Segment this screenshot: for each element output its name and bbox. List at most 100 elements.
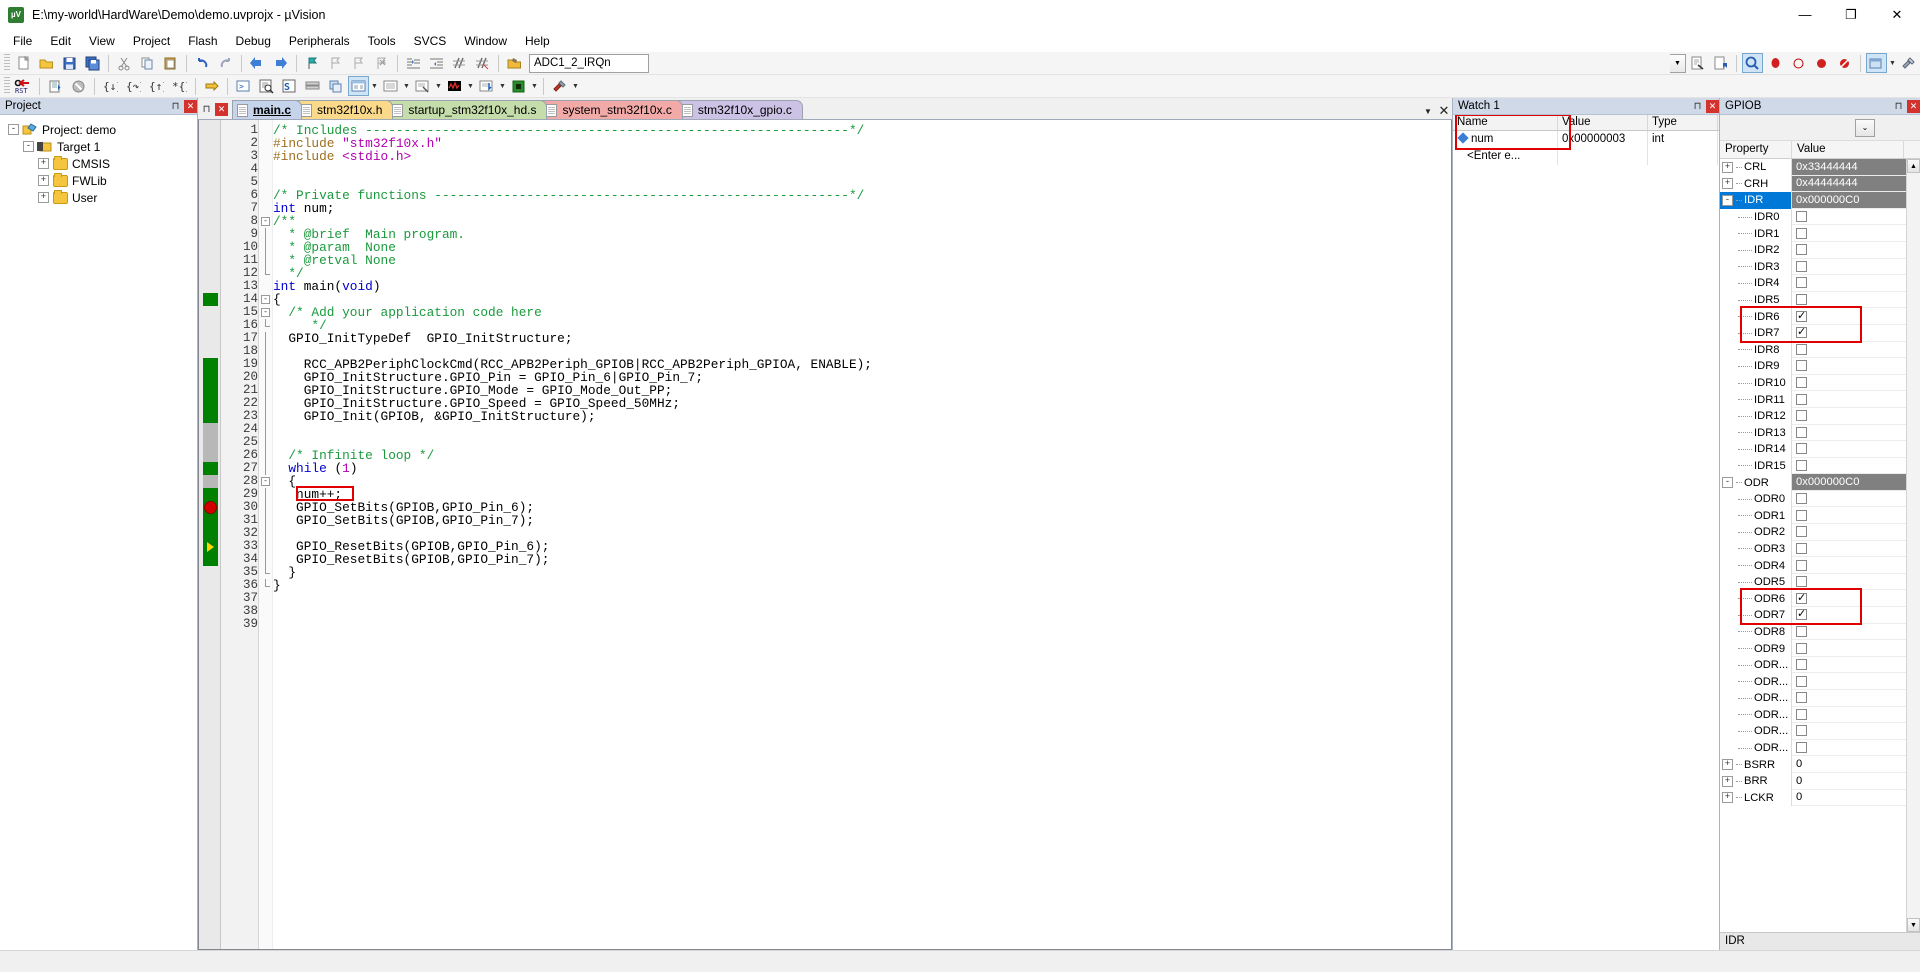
watch-name-cell[interactable]: <Enter e... bbox=[1453, 148, 1558, 165]
peripheral-property-cell[interactable]: ODR0 bbox=[1720, 490, 1792, 508]
pin-icon[interactable]: ⊓ bbox=[169, 100, 182, 113]
code-line[interactable]: } bbox=[273, 579, 1451, 592]
tree-expander[interactable]: + bbox=[38, 192, 49, 203]
peripheral-property-cell[interactable]: + BRR bbox=[1720, 772, 1792, 790]
peripheral-property-cell[interactable]: ODR... bbox=[1720, 706, 1792, 724]
code-line[interactable] bbox=[273, 163, 1451, 176]
peripheral-row-brr[interactable]: + BRR 0 bbox=[1720, 772, 1906, 790]
peripheral-bit-checkbox[interactable] bbox=[1796, 393, 1807, 405]
peripheral-property-cell[interactable]: ODR8 bbox=[1720, 623, 1792, 641]
chevron-down-icon[interactable]: ▼ bbox=[370, 76, 379, 96]
trace-icon[interactable] bbox=[476, 76, 497, 96]
watch-rows[interactable]: num 0x00000003 int <Enter e... bbox=[1453, 131, 1719, 165]
executed-line-marker[interactable] bbox=[203, 371, 218, 384]
code-line[interactable] bbox=[273, 436, 1451, 449]
peripheral-property-cell[interactable]: IDR9 bbox=[1720, 358, 1792, 375]
peripheral-row-idr4[interactable]: IDR4 bbox=[1720, 275, 1906, 292]
peripheral-expander[interactable]: - bbox=[1722, 477, 1733, 489]
toolbar-grip[interactable] bbox=[4, 77, 10, 95]
watch-value-cell[interactable]: 0x00000003 bbox=[1558, 131, 1648, 148]
peripheral-grid[interactable]: + CRL 0x33444444 + CRH 0x44444444- IDR 0x000000… bbox=[1720, 159, 1906, 932]
watch-column-header[interactable]: Type bbox=[1648, 115, 1718, 130]
step-into-icon[interactable]: {↓} bbox=[100, 76, 121, 96]
peripheral-value-cell[interactable] bbox=[1792, 640, 1906, 657]
peripheral-row-idr13[interactable]: IDR13 bbox=[1720, 424, 1906, 442]
code-line[interactable]: GPIO_InitTypeDef GPIO_InitStructure; bbox=[273, 332, 1451, 345]
peripheral-row-odr6[interactable]: ODR6 bbox=[1720, 590, 1906, 608]
executed-line-marker[interactable] bbox=[203, 358, 218, 371]
search-symbol-combo[interactable]: ADC1_2_IRQn bbox=[529, 53, 649, 73]
navigate-back-icon[interactable] bbox=[247, 53, 268, 73]
peripheral-property-cell[interactable]: IDR5 bbox=[1720, 291, 1792, 309]
watch-row[interactable]: <Enter e... bbox=[1453, 148, 1719, 165]
peripheral-bit-checkbox[interactable] bbox=[1796, 211, 1807, 223]
menu-window[interactable]: Window bbox=[455, 32, 516, 50]
peripheral-bit-checkbox[interactable] bbox=[1796, 294, 1807, 306]
uncomment-icon[interactable] bbox=[472, 53, 493, 73]
peripheral-row-idr1[interactable]: IDR1 bbox=[1720, 225, 1906, 242]
indent-icon[interactable] bbox=[403, 53, 424, 73]
code-line[interactable]: */ bbox=[273, 267, 1451, 280]
chevron-down-icon[interactable]: ▼ bbox=[434, 76, 443, 96]
watch-value-cell[interactable] bbox=[1558, 148, 1648, 165]
peripheral-row-odr4[interactable]: ODR4 bbox=[1720, 557, 1906, 574]
peripheral-value-cell[interactable] bbox=[1792, 541, 1906, 558]
breakpoint-icon[interactable] bbox=[1788, 53, 1809, 73]
peripheral-property-cell[interactable]: ODR1 bbox=[1720, 507, 1792, 525]
code-line[interactable]: while (1) bbox=[273, 462, 1451, 475]
peripheral-value-cell[interactable] bbox=[1792, 507, 1906, 525]
menu-svcs[interactable]: SVCS bbox=[405, 32, 456, 50]
peripheral-bit-checkbox[interactable] bbox=[1796, 659, 1807, 671]
peripheral-row-idr2[interactable]: IDR2 bbox=[1720, 241, 1906, 259]
peripheral-property-cell[interactable]: IDR11 bbox=[1720, 391, 1792, 408]
peripheral-row-odr[interactable]: ODR... bbox=[1720, 673, 1906, 690]
code-line[interactable]: * @brief Main program. bbox=[273, 228, 1451, 241]
peripheral-column-header[interactable]: Value bbox=[1792, 141, 1904, 158]
peripheral-bit-checkbox[interactable] bbox=[1796, 708, 1807, 720]
peripheral-column-header[interactable]: Property bbox=[1720, 141, 1792, 158]
memory-window-icon[interactable] bbox=[380, 76, 401, 96]
peripheral-bit-checkbox[interactable] bbox=[1796, 244, 1807, 256]
kill-breakpoints-icon[interactable] bbox=[1834, 53, 1855, 73]
peripheral-row-odr[interactable]: ODR... bbox=[1720, 723, 1906, 740]
disable-breakpoint-icon[interactable] bbox=[1811, 53, 1832, 73]
executed-line-marker[interactable] bbox=[203, 514, 218, 527]
peripheral-bit-checkbox[interactable] bbox=[1796, 426, 1807, 438]
peripheral-value-cell[interactable] bbox=[1792, 225, 1906, 242]
tree-item-fwlib[interactable]: + FWLib bbox=[4, 172, 197, 189]
peripheral-bit-checkbox[interactable] bbox=[1796, 526, 1807, 538]
breakpoint-marker[interactable] bbox=[204, 501, 217, 514]
code-line[interactable] bbox=[273, 423, 1451, 436]
watch-window-icon[interactable] bbox=[348, 76, 369, 96]
peripheral-property-cell[interactable]: ODR... bbox=[1720, 656, 1792, 674]
peripheral-row-idr7[interactable]: IDR7 bbox=[1720, 324, 1906, 342]
chevron-down-icon[interactable]: ▼ bbox=[1888, 53, 1897, 73]
find-in-files-icon[interactable] bbox=[1687, 53, 1708, 73]
peripheral-value-cell[interactable]: 0x33444444 bbox=[1792, 159, 1906, 176]
system-viewer-icon[interactable] bbox=[508, 76, 529, 96]
redo-icon[interactable] bbox=[215, 53, 236, 73]
code-line[interactable]: GPIO_SetBits(GPIOB,GPIO_Pin_7); bbox=[273, 514, 1451, 527]
peripheral-value-cell[interactable] bbox=[1792, 524, 1906, 541]
peripheral-row-odr3[interactable]: ODR3 bbox=[1720, 540, 1906, 558]
peripheral-property-cell[interactable]: - ODR bbox=[1720, 474, 1792, 491]
peripheral-bit-checkbox[interactable] bbox=[1796, 542, 1807, 554]
chevron-down-icon[interactable]: ▼ bbox=[498, 76, 507, 96]
tree-item-cmsis[interactable]: + CMSIS bbox=[4, 155, 197, 172]
tab-startup-stm32f10x-hd-s[interactable]: startup_stm32f10x_hd.s bbox=[387, 100, 548, 119]
tree-expander[interactable]: + bbox=[38, 175, 49, 186]
chevron-down-icon[interactable]: ▼ bbox=[1420, 103, 1436, 119]
code-line[interactable]: /* Infinite loop */ bbox=[273, 449, 1451, 462]
peripheral-property-cell[interactable]: IDR3 bbox=[1720, 258, 1792, 276]
executed-line-marker[interactable] bbox=[203, 527, 218, 540]
run-icon[interactable] bbox=[45, 76, 66, 96]
executed-line-marker[interactable] bbox=[203, 384, 218, 397]
peripheral-property-cell[interactable]: ODR... bbox=[1720, 690, 1792, 707]
close-icon[interactable]: ✕ bbox=[184, 99, 197, 113]
fold-toggle[interactable]: - bbox=[261, 308, 270, 317]
menu-edit[interactable]: Edit bbox=[41, 32, 80, 50]
peripheral-property-cell[interactable]: - IDR bbox=[1720, 192, 1792, 209]
bookmark-prev-icon[interactable] bbox=[325, 53, 346, 73]
chevron-down-icon[interactable]: ▼ bbox=[466, 76, 475, 96]
peripheral-value-cell[interactable] bbox=[1792, 673, 1906, 690]
